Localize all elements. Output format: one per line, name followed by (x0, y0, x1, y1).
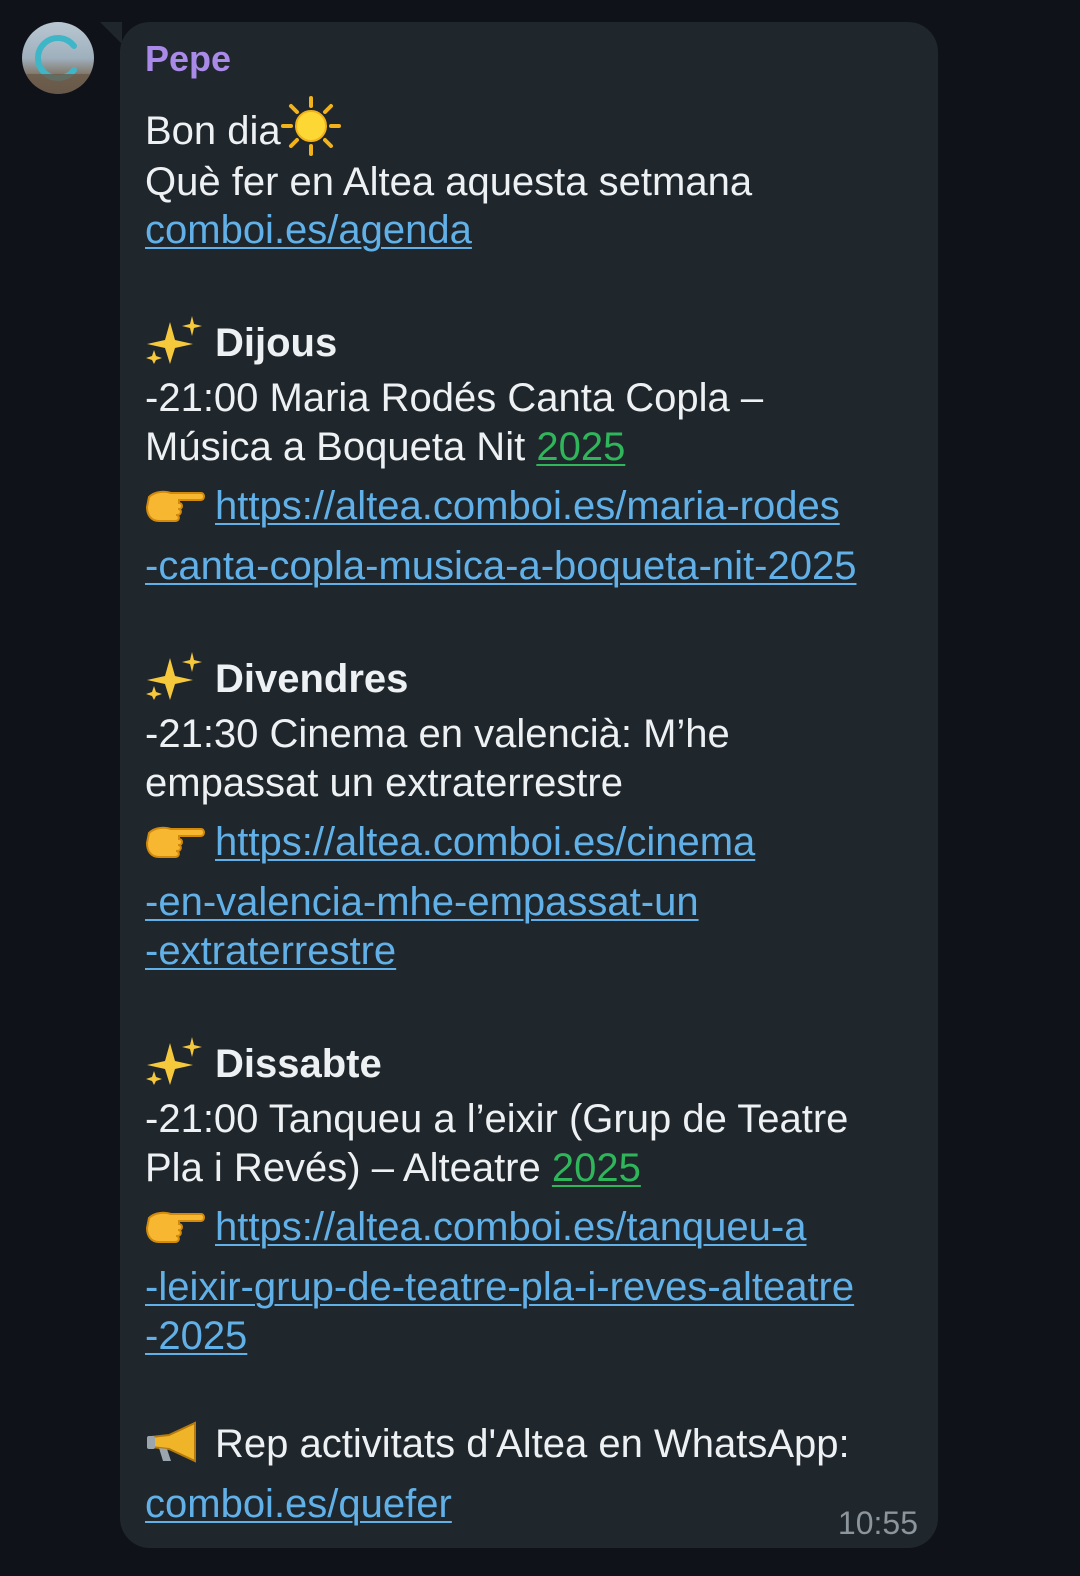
whatsapp-link[interactable]: comboi.es/quefer (145, 1482, 452, 1526)
event-link[interactable]: -2025 (145, 1314, 247, 1358)
event-text: Música a Boqueta Nit (145, 425, 526, 469)
whatsapp-row: Rep activitats d'Altea en WhatsApp: (145, 1420, 850, 1468)
event-text: -21:00 Maria Rodés Canta Copla – (145, 376, 764, 420)
event-link[interactable]: https://altea.comboi.es/tanqueu-a (215, 1205, 806, 1249)
sparkles-emoji-icon (145, 1035, 205, 1079)
event-text: -21:30 Cinema en valencià: M’he (145, 712, 730, 756)
year-link[interactable]: 2025 (552, 1146, 641, 1190)
event-link-row: https://altea.comboi.es/tanqueu-a (145, 1203, 806, 1251)
event-link-row: https://altea.comboi.es/maria-rodes (145, 482, 840, 530)
greeting-text: Bon dia (145, 109, 281, 153)
event-link[interactable]: -en-valencia-mhe-empassat-un (145, 880, 699, 924)
avatar[interactable] (22, 22, 94, 94)
bubble-tail (100, 22, 122, 44)
pointing-right-emoji-icon (145, 483, 205, 527)
event-link[interactable]: -extraterrestre (145, 929, 396, 973)
pointing-right-emoji-icon (145, 1204, 205, 1248)
day-heading-divendres: Divendres (145, 650, 408, 703)
year-link[interactable]: 2025 (536, 425, 625, 469)
event-link[interactable]: https://altea.comboi.es/maria-rodes (215, 484, 840, 528)
event-link[interactable]: -canta-copla-musica-a-boqueta-nit-2025 (145, 544, 856, 588)
message-time: 10:55 (837, 1505, 918, 1541)
day-label: Dissabte (215, 1042, 382, 1086)
event-text: -21:00 Tanqueu a l’eixir (Grup de Teatre (145, 1097, 849, 1141)
avatar-logo-icon (22, 35, 94, 94)
event-text: empassat un extraterrestre (145, 761, 623, 805)
whatsapp-text: Rep activitats d'Altea en WhatsApp: (215, 1422, 850, 1466)
event-text-line2: Música a Boqueta Nit 2025 (145, 423, 625, 471)
greeting-line: Bon dia (145, 96, 341, 156)
day-heading-dissabte: Dissabte (145, 1035, 382, 1088)
sender-name[interactable]: Pepe (145, 38, 231, 80)
event-text-line2: Pla i Revés) – Alteatre 2025 (145, 1144, 641, 1192)
sun-emoji-icon (280, 96, 341, 156)
agenda-link[interactable]: comboi.es/agenda (145, 208, 472, 252)
event-text: Pla i Revés) – Alteatre (145, 1146, 541, 1190)
event-link[interactable]: -leixir-grup-de-teatre-pla-i-reves-altea… (145, 1265, 854, 1309)
event-link-row: https://altea.comboi.es/cinema (145, 818, 755, 866)
day-heading-dijous: Dijous (145, 314, 337, 367)
event-link[interactable]: https://altea.comboi.es/cinema (215, 820, 755, 864)
sparkles-emoji-icon (145, 650, 205, 694)
day-label: Divendres (215, 657, 409, 701)
megaphone-emoji-icon (145, 1421, 205, 1465)
day-label: Dijous (215, 321, 338, 365)
intro-text: Què fer en Altea aquesta setmana (145, 160, 753, 204)
sparkles-emoji-icon (145, 314, 205, 358)
pointing-right-emoji-icon (145, 819, 205, 863)
